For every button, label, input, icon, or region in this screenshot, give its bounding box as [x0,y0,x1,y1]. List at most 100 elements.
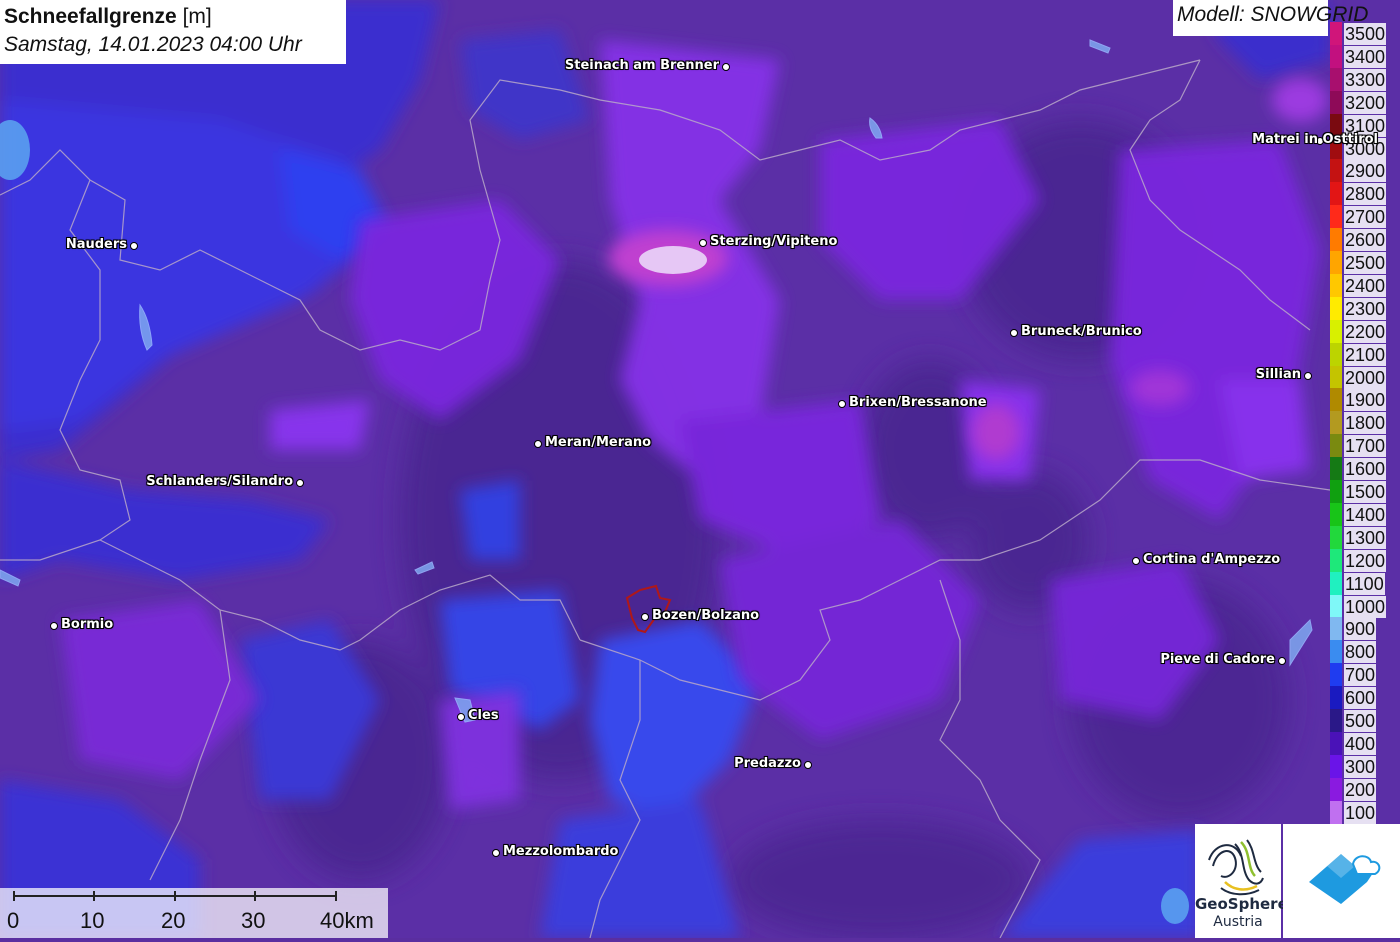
city-label[interactable]: Bozen/Bolzano [652,608,759,623]
city-label[interactable]: Nauders [66,237,127,252]
legend-label: 1700 [1344,435,1387,458]
city-label[interactable]: Cortina d'Ampezzo [1143,552,1280,567]
city-label[interactable]: Pieve di Cadore [1160,652,1275,667]
scale-label-40km: 40km [320,908,374,933]
legend-swatch [1330,388,1342,412]
map-subtitle-datetime: Samstag, 14.01.2023 04:00 Uhr [4,33,302,56]
legend-row-400: 400 [1328,731,1400,755]
legend-row-1500: 1500 [1328,480,1400,503]
legend-label: 3200 [1344,91,1387,114]
city-label[interactable]: Brixen/Bressanone [849,395,987,410]
snowfall-map[interactable] [0,0,1400,938]
legend-label: 2400 [1344,274,1387,297]
map-title: Schneefallgrenze [m] [4,3,342,31]
legend-swatch [1330,296,1342,320]
city-label[interactable]: Sillian [1256,367,1301,382]
city-dot-icon[interactable] [50,622,58,630]
legend-row-2800: 2800 [1328,182,1400,206]
city-label[interactable]: Schlanders/Silandro [146,474,293,489]
legend-row-1900: 1900 [1328,388,1400,412]
legend-label: 800 [1344,641,1377,664]
city-label[interactable]: Cles [468,708,499,723]
city-dot-icon[interactable] [492,849,500,857]
legend-row-1300: 1300 [1328,525,1400,549]
legend-swatch [1330,480,1342,503]
legend-swatch [1330,777,1342,801]
legend-label: 2800 [1344,183,1387,206]
legend-swatch [1330,205,1342,229]
legend-label: 2500 [1344,252,1387,274]
legend-label: 2600 [1344,229,1387,252]
city-label[interactable]: Matrei in Osttirol [1252,132,1378,147]
legend-label: 900 [1344,618,1377,641]
legend-swatch [1330,365,1342,389]
legend-label: 200 [1344,778,1377,801]
legend-swatch [1330,502,1342,526]
legend-swatch [1330,686,1342,710]
legend-label: 1500 [1344,481,1387,503]
legend-label: 500 [1344,710,1377,732]
legend-swatch [1330,67,1342,91]
legend-swatch [1330,319,1342,343]
city-dot-icon[interactable] [130,242,138,250]
legend-row-300: 300 [1328,754,1400,778]
legend-row-1800: 1800 [1328,411,1400,435]
city-dot-icon[interactable] [722,63,730,71]
geosphere-logo-icon [1208,839,1264,896]
legend-swatch [1330,44,1342,68]
legend-row-500: 500 [1328,709,1400,732]
legend-swatch [1330,617,1342,641]
legend-label: 300 [1344,755,1377,778]
legend-swatch [1330,731,1342,755]
legend-label: 1400 [1344,503,1387,526]
city-label[interactable]: Predazzo [734,756,801,771]
legend-row-2900: 2900 [1328,159,1400,183]
legend-swatch [1330,709,1342,732]
city-dot-icon[interactable] [1132,557,1140,565]
city-dot-icon[interactable] [296,479,304,487]
geosphere-logo[interactable]: GeoSphere Austria [1195,824,1288,938]
map-title-variable: Schneefallgrenze [4,5,177,28]
city-dot-icon[interactable] [838,400,846,408]
legend-swatch [1330,182,1342,206]
city-dot-icon[interactable] [699,239,707,247]
legend-swatch [1330,251,1342,274]
city-label[interactable]: Sterzing/Vipiteno [710,234,837,249]
legend-row-200: 200 [1328,777,1400,801]
legend-label: 2300 [1344,297,1387,320]
city-label[interactable]: Meran/Merano [545,435,651,450]
legend-row-600: 600 [1328,686,1400,710]
legend-row-3200: 3200 [1328,90,1400,114]
legend-swatch [1330,800,1342,824]
city-dot-icon[interactable] [641,613,649,621]
city-dot-icon[interactable] [1304,372,1312,380]
legend-row-700: 700 [1328,663,1400,687]
city-dot-icon[interactable] [534,440,542,448]
legend-swatch [1330,22,1342,45]
legend-label: 3500 [1344,23,1387,45]
city-dot-icon[interactable] [1278,657,1286,665]
city-dot-icon[interactable] [804,761,812,769]
legend-label: 3400 [1344,45,1387,68]
city-label[interactable]: Bruneck/Brunico [1021,324,1142,339]
legend-swatch [1330,571,1342,595]
legend-row-100: 100 [1328,800,1400,824]
scale-label-30: 30 [241,908,266,933]
legend-label: 600 [1344,687,1377,710]
legend-label: 3300 [1344,68,1387,91]
legend-swatch [1330,594,1342,618]
city-label[interactable]: Bormio [61,617,113,632]
city-dot-icon[interactable] [457,713,465,721]
legend-row-800: 800 [1328,640,1400,664]
legend-swatch [1330,90,1342,114]
legend-label: 1800 [1344,412,1387,435]
legend-label: 700 [1344,664,1377,687]
city-label[interactable]: Mezzolombardo [503,844,618,859]
legend-row-2700: 2700 [1328,205,1400,229]
model-label-box: Modell: SNOWGRID [1173,0,1368,36]
legend-row-1700: 1700 [1328,434,1400,458]
city-dot-icon[interactable] [1010,329,1018,337]
city-label[interactable]: Steinach am Brenner [565,58,719,73]
snow-app-logo[interactable] [1283,824,1400,938]
legend-label: 100 [1344,801,1377,824]
